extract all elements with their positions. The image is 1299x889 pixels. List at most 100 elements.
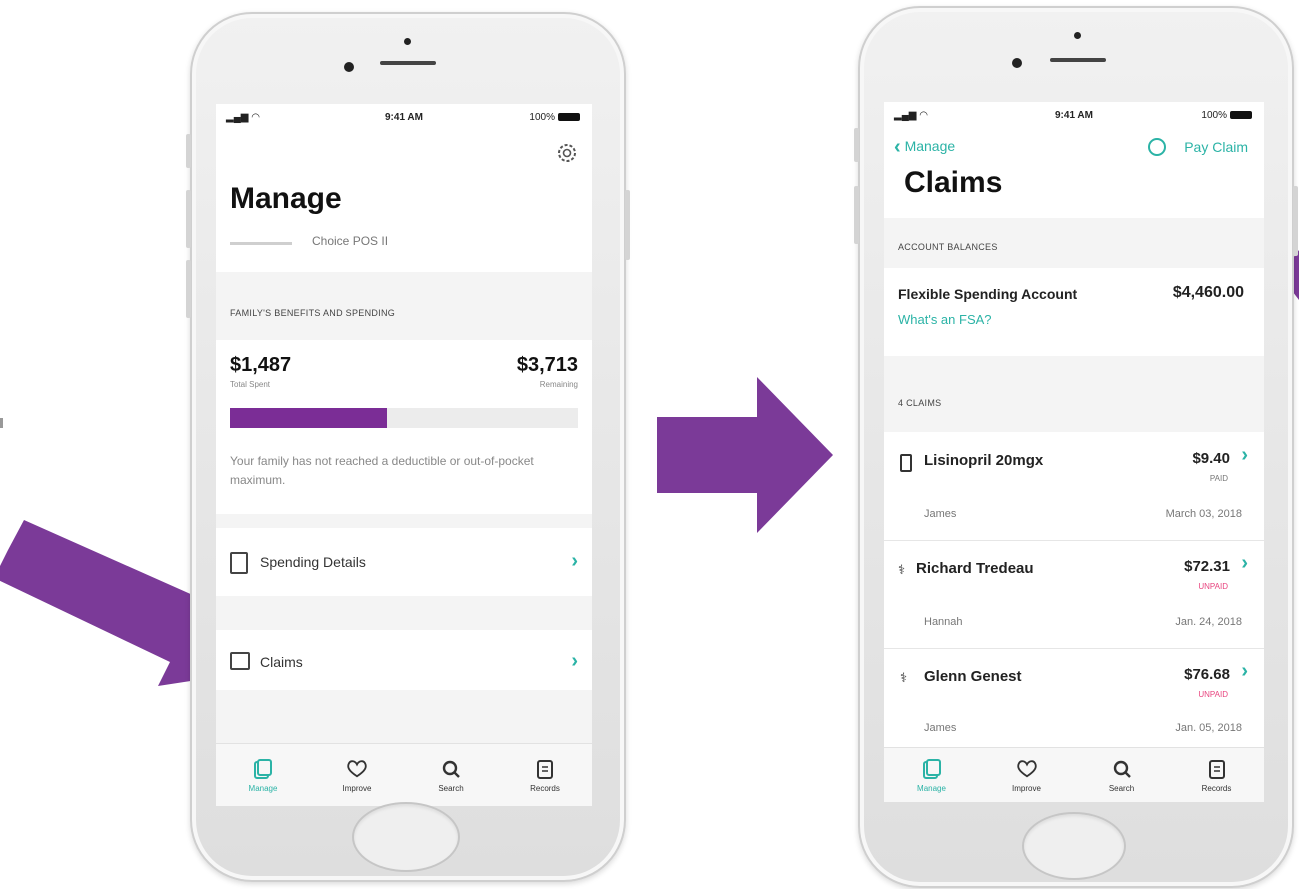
tab-label: Search bbox=[438, 783, 464, 793]
claim-person: James bbox=[924, 508, 957, 520]
status-bar: ▂▄▆ ◠ 9:41 AM 100% bbox=[216, 104, 592, 130]
chevron-left-icon: ‹ bbox=[894, 136, 901, 158]
tab-search[interactable]: Search bbox=[1087, 758, 1157, 793]
claims-header: 4 CLAIMS bbox=[884, 356, 1264, 432]
pay-claim-button[interactable]: Pay Claim bbox=[1148, 138, 1248, 156]
remaining-label: Remaining bbox=[539, 380, 578, 389]
tab-improve[interactable]: Improve bbox=[322, 758, 392, 793]
document-icon bbox=[230, 552, 248, 574]
clipboard-icon bbox=[535, 758, 555, 780]
stethoscope-icon: ⚕ bbox=[900, 670, 908, 685]
tab-bar: Manage Improve Search Records bbox=[884, 747, 1264, 802]
claim-person: Hannah bbox=[924, 616, 963, 628]
progress-fill bbox=[230, 408, 387, 428]
fsa-info-link[interactable]: What's an FSA? bbox=[898, 312, 992, 327]
phone-manage: ▂▄▆ ◠ 9:41 AM 100% Manage Choice POS II … bbox=[186, 12, 630, 882]
search-icon bbox=[1112, 758, 1132, 780]
phone-claims: ▂▄▆ ◠ 9:41 AM 100% ‹ Manage Pay Claim Cl… bbox=[854, 6, 1298, 888]
tab-label: Manage bbox=[917, 783, 946, 793]
receipt-icon bbox=[1148, 138, 1167, 156]
chevron-right-icon: › bbox=[1241, 552, 1248, 574]
page-title: Manage bbox=[230, 182, 342, 215]
tab-label: Manage bbox=[248, 783, 278, 793]
heart-icon bbox=[347, 758, 367, 780]
remaining-amount: $3,713 bbox=[516, 354, 578, 376]
claim-row[interactable]: ⚕ Richard Tredeau $72.31 › UNPAID Hannah… bbox=[884, 540, 1264, 649]
claims-screen: ▂▄▆ ◠ 9:41 AM 100% ‹ Manage Pay Claim Cl… bbox=[884, 102, 1264, 802]
stethoscope-icon: ⚕ bbox=[898, 562, 906, 577]
tab-label: Improve bbox=[342, 783, 372, 793]
gear-icon[interactable] bbox=[556, 142, 578, 164]
chevron-right-icon: › bbox=[1241, 660, 1248, 682]
claim-status: PAID bbox=[1209, 474, 1228, 483]
tab-records[interactable]: Records bbox=[510, 758, 580, 793]
menu-item-claims[interactable]: Claims › bbox=[216, 630, 592, 690]
deductible-note: Your family has not reached a deductible… bbox=[230, 454, 534, 487]
edge-mark bbox=[0, 418, 3, 428]
claim-amount: $9.40 bbox=[1192, 450, 1230, 467]
claims-header-label: 4 CLAIMS bbox=[898, 398, 942, 408]
battery-indicator: 100% bbox=[529, 112, 580, 123]
claim-date: Jan. 24, 2018 bbox=[1175, 616, 1242, 628]
home-button[interactable] bbox=[352, 802, 460, 872]
home-button[interactable] bbox=[1022, 812, 1126, 880]
tab-label: Improve bbox=[1012, 783, 1041, 793]
tab-bar: Manage Improve Search Records bbox=[216, 743, 592, 806]
claim-row[interactable]: Lisinopril 20mgx $9.40 › PAID James Marc… bbox=[884, 432, 1264, 541]
tab-manage[interactable]: Manage bbox=[897, 758, 967, 793]
heart-icon bbox=[1016, 758, 1037, 780]
battery-icon bbox=[558, 113, 580, 122]
speaker-grille bbox=[1050, 58, 1106, 62]
menu-item-label: Spending Details bbox=[260, 554, 366, 570]
section-header: FAMILY'S BENEFITS AND SPENDING bbox=[216, 286, 592, 340]
transition-arrow-icon bbox=[657, 377, 833, 533]
chevron-right-icon: › bbox=[571, 650, 578, 672]
cards-icon bbox=[922, 758, 942, 780]
clipboard-icon bbox=[1207, 758, 1227, 780]
chevron-right-icon: › bbox=[571, 550, 578, 572]
balances-header-label: ACCOUNT BALANCES bbox=[898, 242, 998, 252]
tab-improve[interactable]: Improve bbox=[992, 758, 1062, 793]
back-label: Manage bbox=[904, 138, 956, 154]
page-title: Claims bbox=[904, 166, 1003, 199]
tab-search[interactable]: Search bbox=[416, 758, 486, 793]
chevron-right-icon: › bbox=[1241, 444, 1248, 466]
section-spacer bbox=[216, 272, 592, 286]
tab-records[interactable]: Records bbox=[1182, 758, 1252, 793]
pill-bottle-icon bbox=[900, 454, 912, 472]
tab-label: Records bbox=[530, 783, 560, 793]
claims-icon bbox=[230, 652, 250, 670]
claim-person: James bbox=[924, 722, 957, 734]
claim-date: Jan. 05, 2018 bbox=[1175, 722, 1242, 734]
claim-status: UNPAID bbox=[1198, 690, 1228, 699]
account-name: Flexible Spending Account bbox=[898, 286, 1078, 302]
tab-label: Records bbox=[1201, 783, 1232, 793]
pay-claim-label: Pay Claim bbox=[1184, 139, 1248, 155]
claim-name: Lisinopril 20mgx bbox=[924, 452, 1044, 469]
camera-icon bbox=[344, 62, 354, 72]
menu-item-label: Claims bbox=[260, 654, 303, 670]
claim-amount: $76.68 bbox=[1184, 666, 1230, 683]
bottom-spacer bbox=[216, 690, 592, 750]
fsa-account-row: Flexible Spending Account $4,460.00 What… bbox=[884, 268, 1264, 356]
cards-icon bbox=[253, 758, 273, 780]
tab-label: Search bbox=[1108, 783, 1135, 793]
manage-screen: ▂▄▆ ◠ 9:41 AM 100% Manage Choice POS II … bbox=[216, 104, 592, 806]
menu-item-spending-details[interactable]: Spending Details › bbox=[216, 528, 592, 597]
plan-logo bbox=[230, 242, 292, 245]
status-bar: ▂▄▆ ◠ 9:41 AM 100% bbox=[884, 102, 1264, 128]
camera-icon bbox=[1012, 58, 1022, 68]
claim-name: Glenn Genest bbox=[924, 668, 1022, 685]
balances-header: ACCOUNT BALANCES bbox=[884, 218, 1264, 268]
battery-indicator: 100% bbox=[1201, 110, 1252, 121]
search-icon bbox=[441, 758, 461, 780]
tab-manage[interactable]: Manage bbox=[228, 758, 298, 793]
plan-name: Choice POS II bbox=[312, 234, 389, 248]
section-header-label: FAMILY'S BENEFITS AND SPENDING bbox=[230, 308, 396, 318]
claim-row[interactable]: ⚕ Glenn Genest $76.68 › UNPAID James Jan… bbox=[884, 648, 1264, 748]
claim-amount: $72.31 bbox=[1184, 558, 1230, 575]
back-button[interactable]: ‹ Manage bbox=[894, 136, 955, 159]
battery-icon bbox=[1230, 111, 1252, 120]
menu-spacer-2 bbox=[216, 596, 592, 630]
claim-status: UNPAID bbox=[1198, 582, 1228, 591]
